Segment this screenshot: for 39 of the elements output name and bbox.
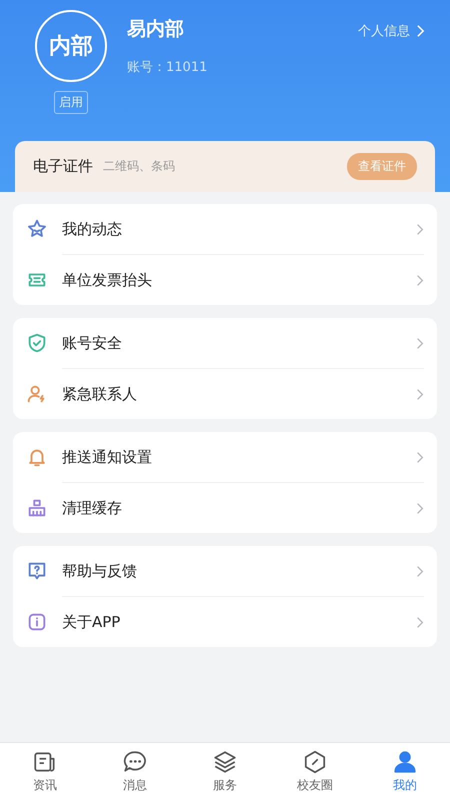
menu-item[interactable]: 账号安全: [26, 318, 424, 368]
hexagon-icon: [302, 749, 328, 775]
tab[interactable]: 消息: [90, 743, 180, 800]
tab[interactable]: 资讯: [0, 743, 90, 800]
chevron-icon: [416, 222, 424, 236]
chevron-icon: [416, 274, 424, 286]
chevron-icon: [416, 564, 424, 578]
menu-item[interactable]: 关于APP: [26, 597, 424, 647]
menu-label: 清理缓存: [62, 498, 123, 518]
menu-item[interactable]: 单位发票抬头: [26, 255, 424, 305]
tab[interactable]: 服务: [180, 743, 270, 800]
layers-icon: [212, 749, 238, 775]
menu-label: 推送通知设置: [62, 448, 153, 466]
status-tag: 启用: [54, 91, 88, 114]
tab[interactable]: 我的: [360, 743, 450, 800]
chevron-icon: [416, 24, 425, 38]
menu-label: 关于APP: [62, 612, 122, 632]
chevron-icon: [416, 450, 424, 464]
menu-label: 紧急联系人: [62, 384, 138, 404]
person-icon: [392, 749, 418, 775]
chevron-icon: [416, 336, 424, 350]
chevron-icon: [416, 502, 424, 514]
menu-item[interactable]: 紧急联系人: [26, 369, 424, 419]
avatar: 内部: [35, 10, 107, 82]
tab[interactable]: 校友圈: [270, 743, 360, 800]
id-card-title: 电子证件: [33, 157, 93, 176]
menu-item[interactable]: 我的动态: [26, 204, 424, 254]
menu-item[interactable]: 推送通知设置: [26, 432, 424, 482]
chevron-icon: [416, 388, 424, 400]
menu-label: 单位发票抬头: [62, 270, 153, 290]
id-card-subtitle: 二维码、条码: [103, 158, 176, 175]
menu-item[interactable]: 帮助与反馈: [26, 546, 424, 596]
chevron-icon: [416, 616, 424, 628]
menu-item[interactable]: 清理缓存: [26, 483, 424, 533]
menu-label: 账号安全: [62, 334, 123, 352]
menu-label: 我的动态: [62, 220, 123, 238]
user-name: 易内部: [127, 17, 185, 42]
menu-label: 帮助与反馈: [62, 562, 138, 580]
account-number: 账号：11011: [127, 59, 208, 76]
